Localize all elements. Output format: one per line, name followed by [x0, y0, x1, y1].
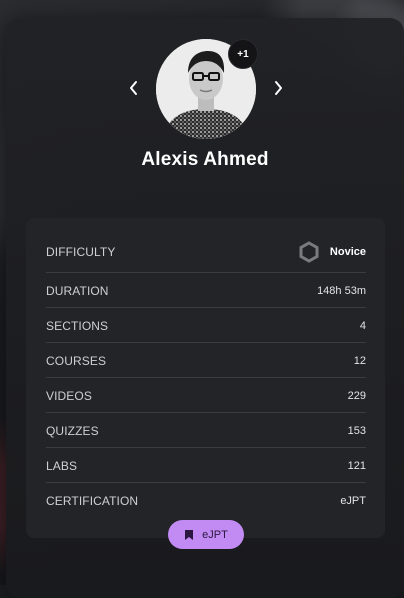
detail-value: 12 — [353, 354, 366, 367]
learning-path-card: +1 Alexis Ahmed DIFFICULTY Novice DURATI… — [6, 18, 404, 598]
more-instructors-badge[interactable]: +1 — [228, 39, 258, 69]
detail-label: QUIZZES — [46, 423, 99, 438]
detail-value: 121 — [347, 459, 366, 472]
detail-row-difficulty: DIFFICULTY Novice — [46, 234, 366, 269]
detail-row-certification: CERTIFICATION eJPT — [46, 483, 366, 518]
hexagon-icon — [299, 240, 319, 263]
detail-value: 229 — [347, 389, 366, 402]
detail-row-courses: COURSES 12 — [46, 343, 366, 378]
certification-chip-label: eJPT — [202, 528, 228, 541]
difficulty-value: Novice — [298, 240, 366, 263]
certification-chip[interactable]: eJPT — [168, 520, 244, 549]
detail-label: DURATION — [46, 283, 109, 298]
detail-label: CERTIFICATION — [46, 493, 139, 508]
previous-instructor-button[interactable] — [124, 76, 144, 100]
detail-value: Novice — [329, 245, 366, 258]
chevron-right-icon — [275, 81, 282, 95]
detail-row-labs: LABS 121 — [46, 448, 366, 483]
detail-label: SECTIONS — [46, 318, 109, 333]
detail-label: LABS — [46, 458, 78, 473]
details-panel: DIFFICULTY Novice DURATION 148h 53m SECT… — [26, 218, 385, 538]
instructor-name: Alexis Ahmed — [141, 149, 269, 170]
detail-value: 148h 53m — [317, 284, 366, 297]
instructor-avatar-group: +1 — [156, 39, 258, 139]
chevron-left-icon — [130, 81, 137, 95]
detail-row-duration: DURATION 148h 53m — [46, 273, 366, 308]
detail-label: COURSES — [46, 353, 107, 368]
next-instructor-button[interactable] — [268, 76, 288, 100]
bookmark-icon — [185, 529, 194, 540]
detail-value: eJPT — [340, 494, 366, 507]
detail-row-videos: VIDEOS 229 — [46, 378, 366, 413]
detail-label: DIFFICULTY — [46, 244, 116, 259]
detail-value: 153 — [347, 424, 366, 437]
detail-row-sections: SECTIONS 4 — [46, 308, 366, 343]
detail-value: 4 — [359, 319, 366, 332]
detail-row-quizzes: QUIZZES 153 — [46, 413, 366, 448]
detail-label: VIDEOS — [46, 388, 92, 403]
